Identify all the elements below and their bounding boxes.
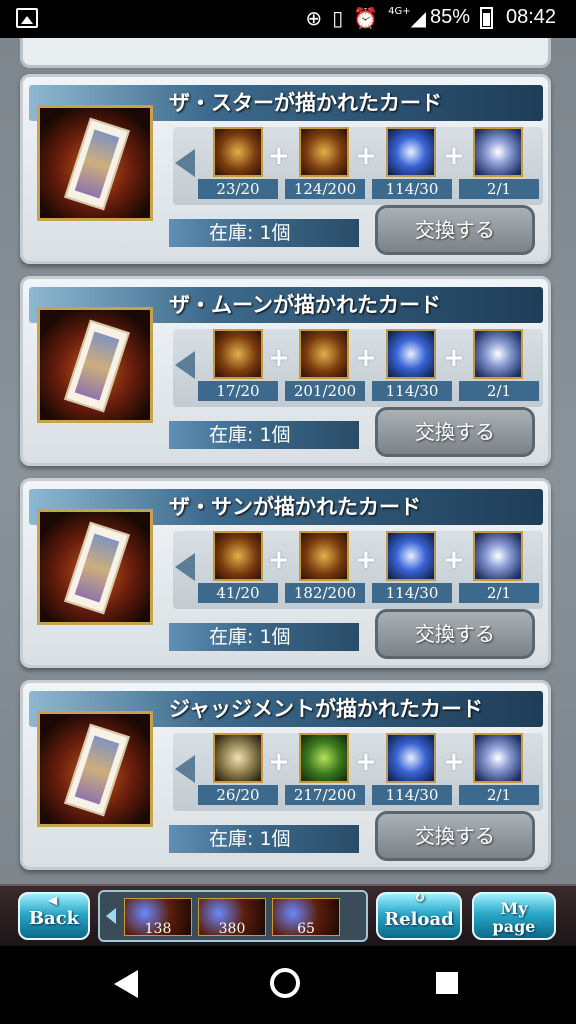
material-count: 26/20 — [198, 785, 278, 805]
plus-icon: + — [268, 747, 290, 777]
stock-label: 在庫: 1個 — [169, 219, 359, 247]
resource-count: 65 — [272, 898, 340, 937]
exchange-button[interactable]: 交換する — [375, 811, 535, 861]
arrow-left-icon[interactable] — [175, 755, 195, 783]
status-bar: ⊕ ▯ ⏰ 4G+◢ 85% 08:42 — [0, 0, 576, 38]
blue-crystal-icon — [386, 329, 436, 379]
gold-sigil-icon — [299, 127, 349, 177]
exchange-list[interactable]: ザ・スターが描かれたカード 23/20 + 124/200 + 114/30 +… — [0, 38, 576, 884]
tarot-card-thumbnail — [37, 509, 153, 625]
stock-label: 在庫: 1個 — [169, 421, 359, 449]
blue-gem-icon — [473, 733, 523, 783]
material-count: 114/30 — [372, 179, 452, 199]
blue-gem-icon — [473, 329, 523, 379]
material-count: 2/1 — [459, 381, 539, 401]
stock-label: 在庫: 1個 — [169, 623, 359, 651]
material-count: 114/30 — [372, 785, 452, 805]
tarot-card-thumbnail — [37, 105, 153, 221]
plus-icon: + — [355, 343, 377, 373]
plus-icon: + — [268, 343, 290, 373]
mypage-label-line2: page — [492, 917, 536, 936]
material-count: 124/200 — [285, 179, 365, 199]
plus-icon: + — [355, 545, 377, 575]
material-count: 2/1 — [459, 179, 539, 199]
data-saver-icon: ⊕ — [305, 6, 323, 30]
arrow-left-icon[interactable] — [175, 351, 195, 379]
reload-button[interactable]: Reload — [376, 888, 462, 940]
image-icon — [16, 8, 38, 28]
mypage-button[interactable]: My page — [472, 892, 556, 940]
stock-label: 在庫: 1個 — [169, 825, 359, 853]
plus-icon: + — [268, 545, 290, 575]
judgment-medal-icon — [213, 733, 263, 783]
material-count: 114/30 — [372, 381, 452, 401]
signal-4g-icon: 4G+◢ — [388, 6, 426, 30]
star-medal-icon — [213, 127, 263, 177]
moon-medal-icon — [213, 329, 263, 379]
red-sigil-icon — [299, 531, 349, 581]
resource-count: 380 — [198, 898, 266, 937]
exchange-card: ザ・スターが描かれたカード 23/20 + 124/200 + 114/30 +… — [20, 74, 551, 264]
exchange-card: ジャッジメントが描かれたカード 26/20 + 217/200 + 114/30… — [20, 680, 551, 870]
material-count: 114/30 — [372, 583, 452, 603]
gold-sigil-icon — [299, 329, 349, 379]
tarot-card-thumbnail — [37, 307, 153, 423]
plus-icon: + — [443, 545, 465, 575]
battery-percent: 85% — [430, 6, 471, 28]
clock: 08:42 — [506, 6, 557, 28]
blue-gem-icon — [473, 531, 523, 581]
exchange-button[interactable]: 交換する — [375, 205, 535, 255]
exchange-button[interactable]: 交換する — [375, 407, 535, 457]
network-type: 4G+ — [388, 6, 411, 17]
material-count: 2/1 — [459, 785, 539, 805]
blue-crystal-icon — [386, 531, 436, 581]
plus-icon: + — [443, 141, 465, 171]
game-bottom-bar: Back 138 380 65 Reload My page — [0, 884, 576, 948]
blue-crystal-icon — [386, 127, 436, 177]
plus-icon: + — [443, 343, 465, 373]
system-nav-bar — [0, 946, 576, 1024]
nav-recents-icon[interactable] — [436, 972, 458, 994]
vibrate-icon: ▯ — [332, 6, 344, 30]
material-count: 23/20 — [198, 179, 278, 199]
material-count: 2/1 — [459, 583, 539, 603]
material-count: 41/20 — [198, 583, 278, 603]
battery-icon — [480, 7, 493, 29]
nav-back-icon[interactable] — [114, 970, 138, 998]
exchange-card: ザ・サンが描かれたカード 41/20 + 182/200 + 114/30 + … — [20, 478, 551, 668]
mypage-label-line1: My — [500, 899, 528, 918]
plus-icon: + — [443, 747, 465, 777]
material-count: 201/200 — [285, 381, 365, 401]
previous-card-partial — [20, 38, 551, 68]
plus-icon: + — [268, 141, 290, 171]
plus-icon: + — [355, 747, 377, 777]
resource-count: 138 — [124, 898, 192, 937]
arrow-left-icon[interactable] — [106, 908, 116, 924]
blue-gem-icon — [473, 127, 523, 177]
green-sigil-icon — [299, 733, 349, 783]
back-button[interactable]: Back — [18, 890, 90, 940]
material-count: 182/200 — [285, 583, 365, 603]
arrow-left-icon[interactable] — [175, 149, 195, 177]
blue-crystal-icon — [386, 733, 436, 783]
material-count: 217/200 — [285, 785, 365, 805]
exchange-button[interactable]: 交換する — [375, 609, 535, 659]
alarm-icon: ⏰ — [353, 6, 379, 30]
arrow-left-icon[interactable] — [175, 553, 195, 581]
tarot-card-thumbnail — [37, 711, 153, 827]
resource-panel[interactable]: 138 380 65 — [98, 890, 368, 942]
plus-icon: + — [355, 141, 377, 171]
material-count: 17/20 — [198, 381, 278, 401]
nav-home-icon[interactable] — [270, 968, 300, 998]
exchange-card: ザ・ムーンが描かれたカード 17/20 + 201/200 + 114/30 +… — [20, 276, 551, 466]
sun-medal-icon — [213, 531, 263, 581]
